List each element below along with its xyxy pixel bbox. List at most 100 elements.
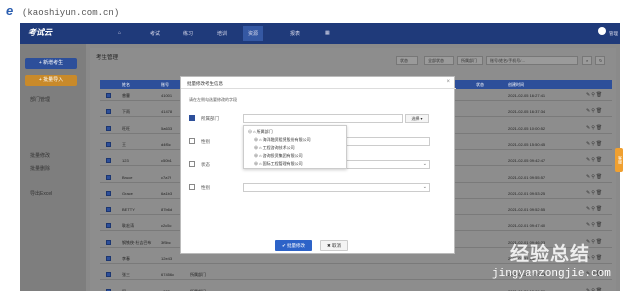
delete-icon[interactable]: 🗑 xyxy=(596,174,603,180)
status-filter[interactable]: 状态 xyxy=(396,56,418,65)
refresh-icon[interactable]: ↻ xyxy=(595,56,605,65)
search-input[interactable]: 账号/姓名/手机号/… xyxy=(486,56,578,65)
dept-select[interactable] xyxy=(243,114,403,123)
row-actions: ✎⚲🗑 xyxy=(586,206,603,212)
sidebar-dept-manage[interactable]: 部门管理 xyxy=(30,96,50,103)
delete-icon[interactable]: 🗑 xyxy=(596,255,603,261)
row-checkbox[interactable] xyxy=(106,125,111,131)
close-icon[interactable]: × xyxy=(446,79,450,85)
row-checkbox[interactable] xyxy=(106,256,111,261)
page-title: 考生管理 xyxy=(96,55,119,61)
col-name[interactable]: 姓名 xyxy=(122,82,130,88)
modal-hint: 请在左侧勾选要修改的字段 xyxy=(189,97,237,102)
row-account: c50b1 xyxy=(161,158,172,164)
nav-practice[interactable]: 练习 xyxy=(183,30,193,37)
col-created[interactable]: 创建时间 xyxy=(508,82,524,88)
row-checkbox[interactable] xyxy=(106,174,111,180)
col-account[interactable]: 账号 xyxy=(161,82,169,88)
delete-icon[interactable]: 🗑 xyxy=(596,190,603,196)
site-logo-icon: e xyxy=(6,3,14,18)
table-row[interactable]: 阿a223c所属部门2021-01-31 13:09:30✎⚲🗑 xyxy=(100,286,612,291)
tree-root[interactable]: ⊖ ⌂ 所属部门 xyxy=(248,129,273,135)
row-checkbox[interactable] xyxy=(106,223,111,229)
row-name: 旺旺 xyxy=(122,125,130,131)
user-label[interactable]: 管理 xyxy=(609,31,618,37)
row-name: Bruce xyxy=(122,174,133,180)
chevron-down-icon: ⌄ xyxy=(422,184,427,190)
delete-icon[interactable]: 🗑 xyxy=(596,288,603,291)
row-created: 2021-02-01 09:53:25 xyxy=(508,190,546,196)
modal-header: 批量修改考生信息 × xyxy=(181,77,456,89)
row-checkbox[interactable] xyxy=(106,239,111,245)
row-name: 下雨 xyxy=(122,109,130,115)
search-icon[interactable]: ⌕ xyxy=(582,56,592,65)
tree-item[interactable]: ⊕ ⌂ 海洋融资租赁股份有限公司 xyxy=(254,137,311,143)
sidebar-batch-delete[interactable]: 批量删除 xyxy=(30,165,50,172)
field-gender-label: 性别 xyxy=(201,139,210,144)
customer-service-tab[interactable]: 客服 xyxy=(615,148,623,172)
watermark-url: jingyanzongjie.com xyxy=(492,268,611,280)
delete-icon[interactable]: 🗑 xyxy=(596,108,603,114)
add-examinee-button[interactable]: + 新增考生 xyxy=(25,58,77,69)
col-status[interactable]: 状态 xyxy=(476,82,484,88)
field-dept-checkbox[interactable] xyxy=(189,115,195,121)
delete-icon[interactable]: 🗑 xyxy=(596,92,603,98)
row-checkbox[interactable] xyxy=(106,207,111,213)
row-created: 2021-02-05 15:50:45 xyxy=(508,141,546,147)
tree-item[interactable]: ⊕ ⌂ 工程咨询技术公司 xyxy=(254,145,295,151)
row-created: 2021-02-05 16:27:41 xyxy=(508,93,546,98)
nav-resources[interactable]: 资源 xyxy=(243,26,264,41)
batch-edit-modal: 批量修改考生信息 × 请在左侧勾选要修改的字段 所属部门 选择 ▾ 性别 状态 … xyxy=(180,76,456,254)
batch-import-button[interactable]: + 批量导入 xyxy=(25,75,77,86)
delete-icon[interactable]: 🗑 xyxy=(596,157,603,163)
row-name: Grace xyxy=(122,190,133,196)
row-checkbox[interactable] xyxy=(106,190,111,196)
delete-icon[interactable]: 🗑 xyxy=(596,141,603,147)
row-name: 钢铁侠·杜吉巴布 xyxy=(122,239,152,245)
row-account: c7a7f xyxy=(161,174,171,180)
row-actions: ✎⚲🗑 xyxy=(586,222,603,228)
nav-training[interactable]: 培训 xyxy=(217,30,227,37)
delete-icon[interactable]: 🗑 xyxy=(596,239,603,245)
sidebar: + 新增考生 + 批量导入 部门管理 批量修改 批量删除 导出Excel xyxy=(20,44,86,291)
field-gender-checkbox[interactable] xyxy=(189,138,195,144)
gender2-select[interactable]: ⌄ xyxy=(243,183,430,192)
row-actions: ✎⚲🗑 xyxy=(586,108,603,114)
row-checkbox[interactable] xyxy=(106,141,111,147)
delete-icon[interactable]: 🗑 xyxy=(596,125,603,131)
dept-filter[interactable]: 所属部门 xyxy=(457,56,483,65)
home-icon[interactable]: ⌂ xyxy=(118,30,121,36)
all-status-filter[interactable]: 全部状态 xyxy=(424,56,454,65)
row-checkbox[interactable] xyxy=(106,272,111,278)
row-name: 王 xyxy=(122,141,126,147)
grid-menu-icon[interactable]: ▦ xyxy=(325,30,330,36)
row-checkbox[interactable] xyxy=(106,109,111,115)
nav-exam[interactable]: 考试 xyxy=(150,30,160,37)
row-actions: ✎⚲🗑 xyxy=(586,174,603,180)
dept-tree-dropdown: ⊖ ⌂ 所属部门 ⊕ ⌂ 海洋融资租赁股份有限公司 ⊕ ⌂ 工程咨询技术公司 ⊕… xyxy=(243,125,347,169)
nav-reports[interactable]: 报表 xyxy=(290,30,300,37)
row-account: 67456c xyxy=(161,272,175,278)
tree-item[interactable]: ⊕ ⌂ 国际工程管理有限公司 xyxy=(254,161,303,167)
tree-item[interactable]: ⊕ ⌂ 咨询投资集团有限公司 xyxy=(254,153,303,159)
row-checkbox[interactable] xyxy=(106,93,111,98)
field-gender2-checkbox[interactable] xyxy=(189,184,195,190)
row-name: 耿宏涛 xyxy=(122,223,134,229)
row-actions: ✎⚲🗑 xyxy=(586,157,603,163)
row-account: 41001 xyxy=(161,93,173,98)
select-button[interactable]: 选择 ▾ xyxy=(405,114,429,123)
tree-item-label: 工程咨询技术公司 xyxy=(262,145,295,150)
row-checkbox[interactable] xyxy=(106,158,111,164)
row-account: 6a1b3 xyxy=(161,190,173,196)
sidebar-batch-edit[interactable]: 批量修改 xyxy=(30,152,50,159)
cancel-button[interactable]: ✖ 取消 xyxy=(320,240,348,251)
row-created: 2021-02-05 10:00:52 xyxy=(508,125,546,131)
user-avatar-icon[interactable] xyxy=(598,27,606,35)
tree-item-label: 国际工程管理有限公司 xyxy=(262,161,303,166)
field-status-checkbox[interactable] xyxy=(189,161,195,167)
tree-item-label: 咨询投资集团有限公司 xyxy=(262,153,303,158)
batch-edit-confirm-button[interactable]: ✔ 批量修改 xyxy=(275,240,312,251)
delete-icon[interactable]: 🗑 xyxy=(596,222,603,228)
sidebar-export-excel[interactable]: 导出Excel xyxy=(30,190,52,197)
delete-icon[interactable]: 🗑 xyxy=(596,206,603,212)
